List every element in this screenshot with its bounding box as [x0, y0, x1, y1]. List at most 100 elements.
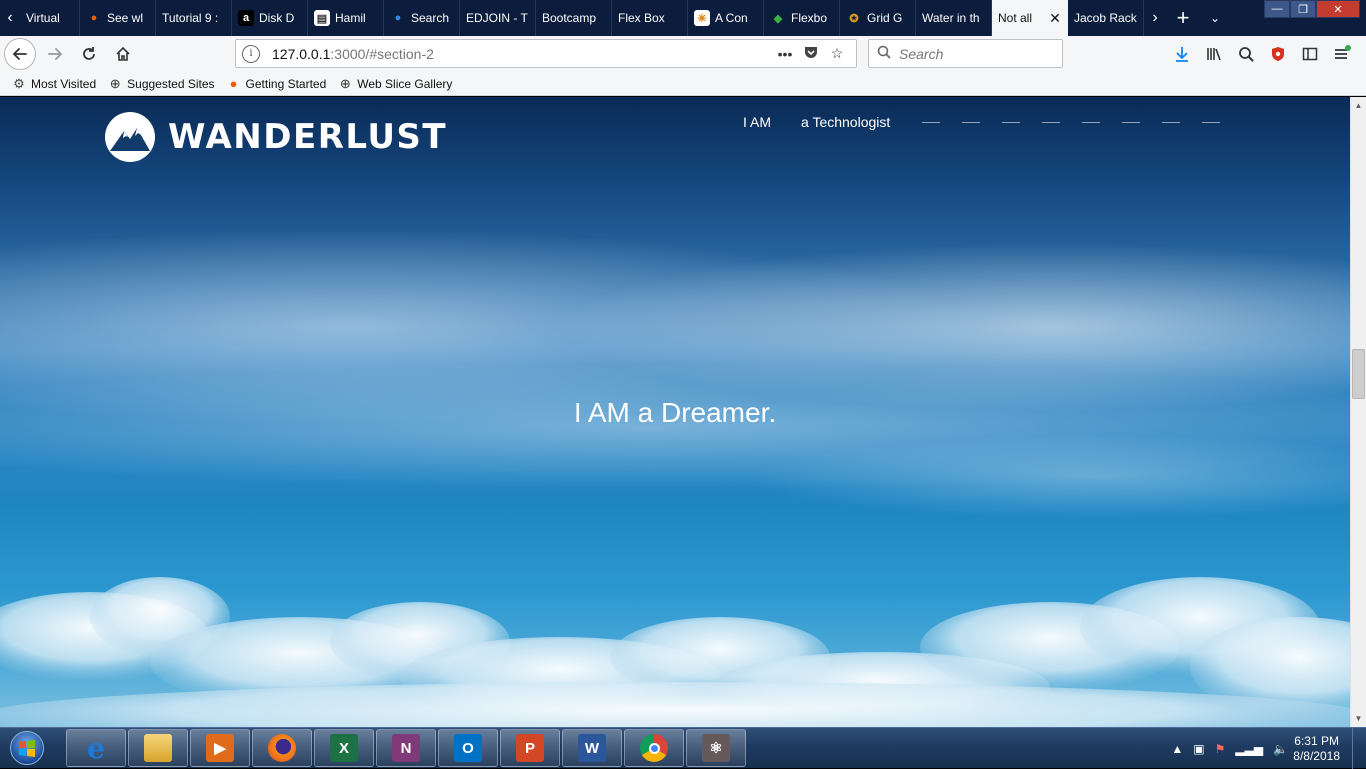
back-button[interactable] [4, 38, 36, 70]
tab-strip: ‹ Virtual ● See wl Tutorial 9 : a Disk D ▤ Hami… [0, 0, 1366, 36]
tab-14[interactable]: Jacob Rack [1068, 0, 1144, 36]
tab-3[interactable]: a Disk D [232, 0, 308, 36]
tab-list-dropdown-icon[interactable]: ⌄ [1200, 0, 1230, 36]
bookmark-label: Suggested Sites [127, 76, 215, 91]
bookmark-item[interactable]: ● Getting Started [227, 76, 327, 91]
taskbar-excel[interactable]: X [314, 729, 374, 767]
url-bar[interactable]: i 127.0.0.1:3000/#section-2 ••• ☆ [235, 39, 857, 68]
nav-link-technologist[interactable]: a Technologist [801, 114, 890, 130]
show-desktop-button[interactable] [1352, 728, 1366, 769]
bookmark-item[interactable]: ⊕ Suggested Sites [108, 76, 215, 91]
taskbar-powerpoint[interactable]: P [500, 729, 560, 767]
page-scrollbar[interactable]: ▲ ▼ [1350, 97, 1366, 727]
search-input[interactable] [899, 45, 1049, 62]
tab-close-icon[interactable]: ✕ [1048, 10, 1062, 27]
bookmark-label: Most Visited [31, 76, 97, 91]
extension-shield-button[interactable] [1262, 39, 1294, 69]
taskbar-chrome[interactable] [624, 729, 684, 767]
taskbar-outlook[interactable]: O [438, 729, 498, 767]
tray-expand-icon[interactable]: ▲ [1171, 742, 1183, 756]
network-icon[interactable]: ▂▃▅ [1235, 742, 1263, 756]
windows-taskbar: e ▶ X N O P W ⚛ ▲ ▣ ⚑ ▂▃▅ 🔈 6:31 PM 8/8/2018 [0, 727, 1366, 769]
tab-scroll-right-icon[interactable]: › [1144, 0, 1166, 36]
tab-11[interactable]: ✪ Grid G [840, 0, 916, 36]
taskbar-file-explorer[interactable] [128, 729, 188, 767]
bookmark-star-icon[interactable]: ☆ [824, 45, 850, 62]
tab-12[interactable]: Water in th [916, 0, 992, 36]
home-icon [116, 46, 130, 61]
taskbar-media-player[interactable]: ▶ [190, 729, 250, 767]
taskbar-word[interactable]: W [562, 729, 622, 767]
minimize-button[interactable]: — [1264, 0, 1290, 18]
page-content: WANDERLUST I AM a Technologist I AM a Dr… [0, 97, 1350, 727]
outlook-icon: O [454, 734, 482, 762]
sidebar-button[interactable] [1294, 39, 1326, 69]
library-button[interactable] [1198, 39, 1230, 69]
globe-icon: ● [394, 12, 402, 24]
home-button[interactable] [108, 39, 138, 69]
taskbar-internet-explorer[interactable]: e [66, 729, 126, 767]
new-tab-button[interactable]: + [1166, 0, 1200, 36]
pocket-icon[interactable] [798, 44, 824, 63]
site-logo[interactable]: WANDERLUST [104, 111, 447, 163]
toolbar-right [1166, 39, 1358, 69]
device-icon[interactable]: ▣ [1193, 742, 1204, 756]
menu-button[interactable] [1326, 39, 1358, 69]
tab-10[interactable]: ◆ Flexbo [764, 0, 840, 36]
tab-13[interactable]: Not all ✕ [992, 0, 1068, 36]
url-host: 127.0.0.1 [272, 45, 331, 62]
nav-dash [1162, 122, 1180, 123]
tab-label: See wl [107, 11, 144, 25]
taskbar-firefox[interactable] [252, 729, 312, 767]
scroll-down-icon[interactable]: ▼ [1351, 710, 1366, 727]
tab-9[interactable]: ✳ A Con [688, 0, 764, 36]
tab-scroll-left-icon[interactable]: ‹ [0, 0, 20, 36]
start-button[interactable] [0, 728, 54, 769]
page-actions-icon[interactable]: ••• [772, 46, 798, 62]
site-info-icon[interactable]: i [242, 44, 260, 63]
tab-label: Water in th [922, 11, 980, 25]
search-box[interactable] [868, 39, 1063, 68]
tab-7[interactable]: Bootcamp [536, 0, 612, 36]
nav-dash [1122, 122, 1140, 123]
library-icon [1207, 48, 1221, 61]
restore-button[interactable]: ❐ [1290, 0, 1316, 18]
tab-label: Disk D [259, 11, 295, 25]
tab-4[interactable]: ▤ Hamil [308, 0, 384, 36]
action-center-icon[interactable]: ⚑ [1215, 742, 1226, 756]
tab-label: Hamil [335, 11, 366, 25]
scrollbar-thumb[interactable] [1352, 349, 1365, 399]
back-arrow-icon [12, 48, 27, 60]
taskbar-atom[interactable]: ⚛ [686, 729, 746, 767]
hamburger-menu-icon [1335, 45, 1351, 59]
taskbar-onenote[interactable]: N [376, 729, 436, 767]
system-clock[interactable]: 6:31 PM 8/8/2018 [1293, 734, 1340, 764]
tab-8[interactable]: Flex Box [612, 0, 688, 36]
search-icon [877, 45, 891, 62]
reload-button[interactable] [74, 39, 104, 69]
url-text[interactable]: 127.0.0.1:3000/#section-2 [272, 46, 772, 62]
tab-6[interactable]: EDJOIN - T [460, 0, 536, 36]
nav-dash [1202, 122, 1220, 123]
tab-0[interactable]: Virtual [20, 0, 80, 36]
gear-icon: ⚙ [13, 75, 25, 91]
url-path: :3000/#section-2 [330, 45, 434, 62]
volume-icon[interactable]: 🔈 [1273, 742, 1288, 756]
bookmarks-toolbar: ⚙ Most Visited ⊕ Suggested Sites ● Getting St… [0, 72, 1366, 96]
nav-link-i-am[interactable]: I AM [743, 114, 771, 130]
logo-text: WANDERLUST [168, 117, 448, 157]
close-window-button[interactable]: ✕ [1316, 0, 1360, 18]
bookmark-item[interactable]: ⚙ Most Visited [12, 75, 97, 91]
tab-label: Bootcamp [542, 11, 597, 25]
bookmark-item[interactable]: ⊕ Web Slice Gallery [338, 76, 453, 91]
scroll-up-icon[interactable]: ▲ [1351, 97, 1366, 114]
tab-1[interactable]: ● See wl [80, 0, 156, 36]
downloads-button[interactable] [1166, 39, 1198, 69]
tab-5[interactable]: ● Search [384, 0, 460, 36]
cloud-layer [0, 577, 1350, 727]
tab-2[interactable]: Tutorial 9 : [156, 0, 232, 36]
forward-button[interactable] [40, 39, 70, 69]
hero-heading: I AM a Dreamer. [573, 397, 777, 428]
search-toolbar-button[interactable] [1230, 39, 1262, 69]
tab-label: Flex Box [618, 11, 665, 25]
